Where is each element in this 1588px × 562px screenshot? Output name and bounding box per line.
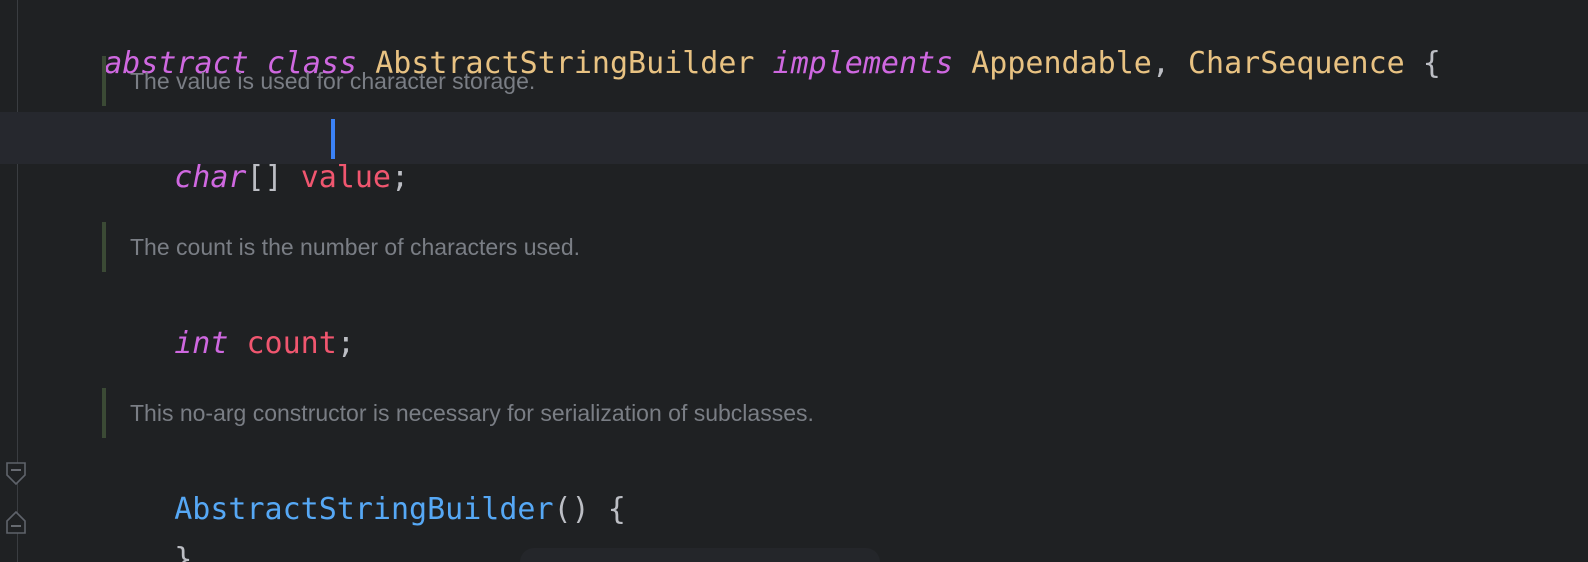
bottom-overlay <box>520 548 880 562</box>
open-brace: { <box>607 492 626 527</box>
parentheses: () <box>553 492 590 527</box>
constructor-line[interactable]: AbstractStringBuilder() { <box>102 450 626 527</box>
fold-end-icon[interactable] <box>5 508 27 534</box>
closing-brace-line[interactable]: } <box>102 500 192 562</box>
type-char: char <box>174 160 247 195</box>
doc-comment-count[interactable]: The count is the number of characters us… <box>102 222 580 272</box>
comma: , <box>1151 46 1170 81</box>
array-brackets: [] <box>246 160 283 195</box>
field-count-line[interactable]: int count; <box>102 284 355 361</box>
doc-comment-constructor[interactable]: This no-arg constructor is necessary for… <box>102 388 814 438</box>
class-declaration-line[interactable]: abstract class AbstractStringBuilder imp… <box>32 4 1441 81</box>
type-int: int <box>174 326 229 361</box>
semicolon: ; <box>391 160 410 195</box>
open-brace: { <box>1422 46 1441 81</box>
interface-appendable: Appendable <box>971 46 1152 81</box>
field-value: value <box>300 160 391 195</box>
doc-comment-value[interactable]: The value is used for character storage. <box>102 56 535 106</box>
close-brace: } <box>174 542 193 562</box>
field-value-line[interactable]: char[] value; <box>102 118 409 195</box>
fold-start-icon[interactable] <box>5 460 27 486</box>
code-editor[interactable]: abstract class AbstractStringBuilder imp… <box>0 0 1588 562</box>
interface-charsequence: CharSequence <box>1187 46 1405 81</box>
semicolon: ; <box>336 326 355 361</box>
field-count: count <box>246 326 337 361</box>
text-caret <box>331 119 335 159</box>
constructor-name: AbstractStringBuilder <box>174 492 554 527</box>
keyword-implements: implements <box>772 46 954 81</box>
